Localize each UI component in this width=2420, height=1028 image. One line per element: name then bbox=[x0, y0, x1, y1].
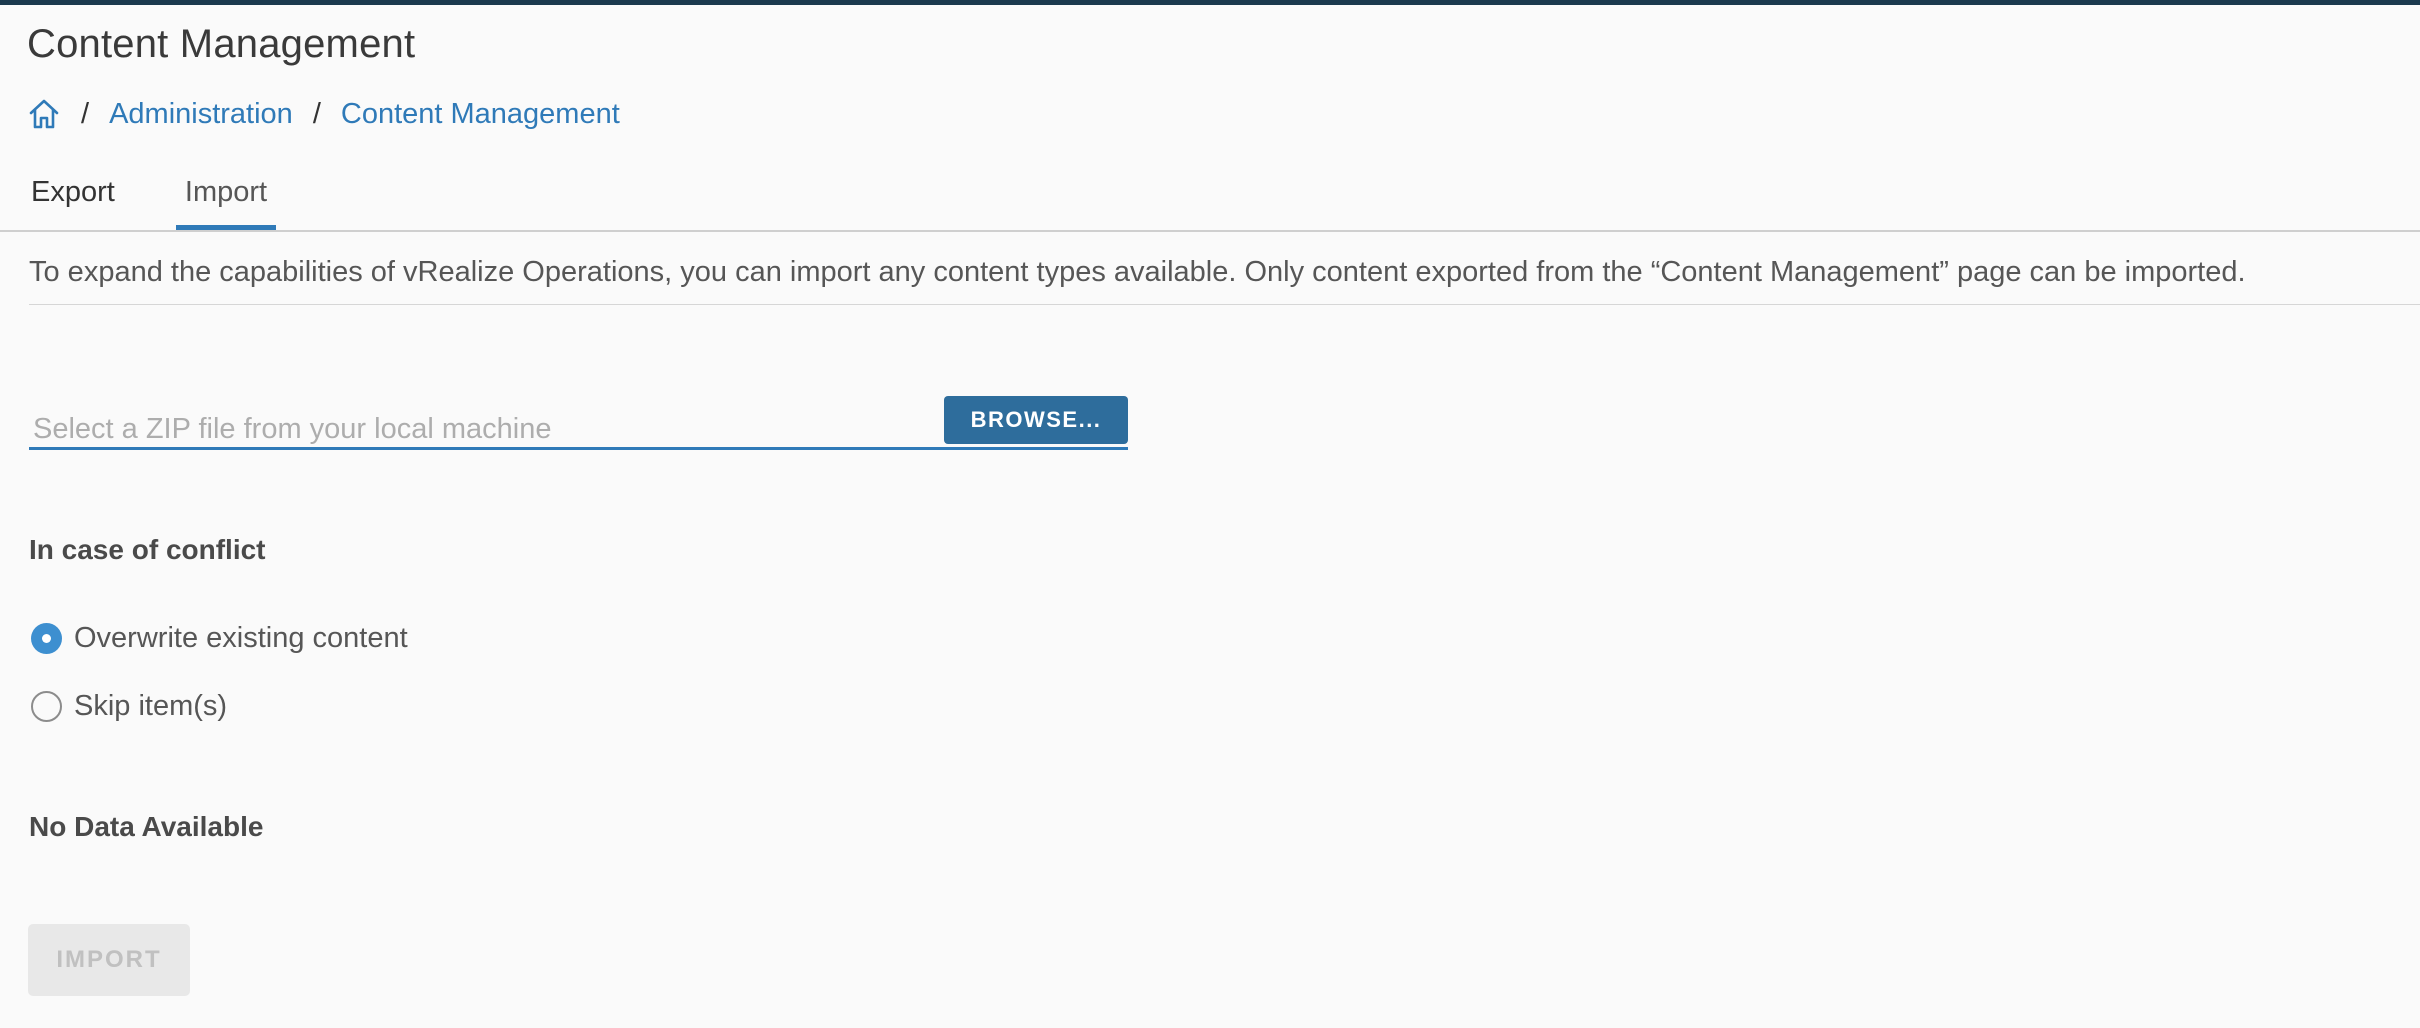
breadcrumb-separator: / bbox=[312, 97, 321, 130]
breadcrumb-item-administration[interactable]: Administration bbox=[109, 98, 293, 131]
conflict-section-title: In case of conflict bbox=[29, 534, 266, 565]
tab-bar: Export Import bbox=[0, 166, 2420, 232]
overwrite-option[interactable]: Overwrite existing content bbox=[31, 620, 408, 656]
import-button[interactable]: IMPORT bbox=[28, 924, 190, 996]
tab-import[interactable]: Import bbox=[176, 176, 276, 230]
no-data-message: No Data Available bbox=[29, 811, 264, 842]
skip-option[interactable]: Skip item(s) bbox=[31, 688, 227, 724]
skip-label: Skip item(s) bbox=[74, 689, 228, 722]
home-icon[interactable] bbox=[27, 97, 61, 131]
page-title: Content Management bbox=[27, 22, 416, 66]
browse-button[interactable]: BROWSE... bbox=[944, 396, 1128, 444]
overwrite-radio[interactable] bbox=[31, 622, 62, 654]
breadcrumb: / Administration / Content Management bbox=[27, 94, 620, 134]
import-description: To expand the capabilities of vRealize O… bbox=[29, 256, 2246, 288]
breadcrumb-separator: / bbox=[81, 97, 90, 130]
overwrite-label: Overwrite existing content bbox=[74, 621, 408, 654]
divider bbox=[29, 304, 2420, 305]
tab-export[interactable]: Export bbox=[31, 176, 125, 230]
breadcrumb-item-content-management[interactable]: Content Management bbox=[341, 98, 620, 131]
skip-radio[interactable] bbox=[31, 690, 62, 722]
zip-file-input[interactable] bbox=[29, 400, 929, 447]
header-bar bbox=[0, 0, 2420, 5]
